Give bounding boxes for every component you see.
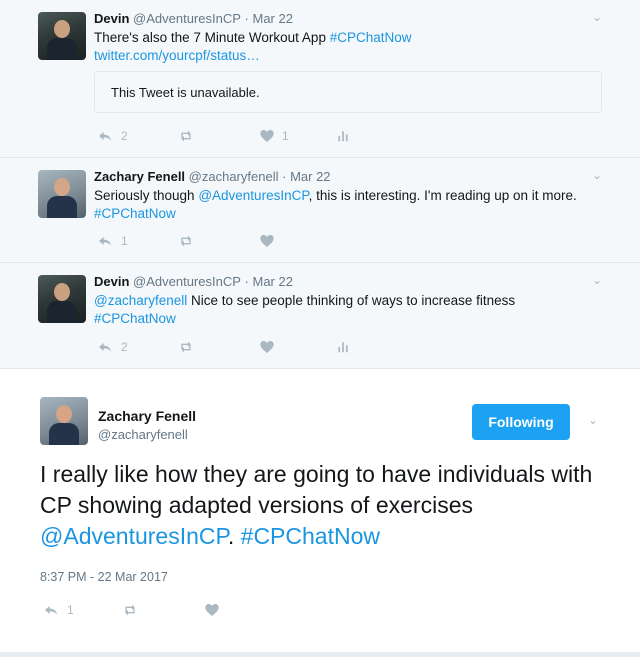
retweet-button[interactable] (176, 233, 196, 249)
quoted-tweet[interactable]: This Tweet is unavailable. (94, 71, 602, 113)
tweet-text-part: Nice to see people thinking of ways to i… (187, 293, 516, 308)
tweet-date[interactable]: Mar 22 (252, 11, 292, 26)
separator: · (244, 274, 249, 289)
reply-button[interactable]: 2 (96, 339, 128, 355)
separator: · (244, 11, 249, 26)
like-button[interactable]: 1 (259, 128, 289, 144)
tweet-text: I really like how they are going to have… (40, 459, 610, 552)
author-handle[interactable]: @zacharyfenell (189, 169, 279, 184)
tweet-actions: 1 (96, 233, 396, 253)
chevron-down-icon[interactable]: ⌄ (588, 413, 598, 427)
author-name[interactable]: Zachary Fenell (98, 408, 196, 424)
tweet-text: There's also the 7 Minute Workout App #C… (94, 29, 614, 65)
avatar[interactable] (38, 170, 86, 218)
tweet-3[interactable]: Devin @AdventuresInCP · Mar 22 ⌄ @zachar… (0, 263, 640, 369)
author-name[interactable]: Devin (94, 274, 129, 289)
tweet-text: Seriously though @AdventuresInCP, this i… (94, 187, 624, 223)
author-handle[interactable]: @zacharyfenell (98, 427, 188, 442)
tweet-text-part: I really like how they are going to have… (40, 461, 593, 518)
heart-icon (259, 339, 275, 355)
tweet-header: Zachary Fenell @zacharyfenell · Mar 22 (94, 169, 331, 184)
reply-icon (96, 339, 114, 355)
retweet-button[interactable] (176, 128, 196, 144)
hashtag-link[interactable]: #CPChatNow (330, 30, 412, 45)
reply-button[interactable]: 1 (96, 233, 128, 249)
reply-count: 1 (67, 603, 74, 617)
chevron-down-icon[interactable]: ⌄ (592, 168, 602, 182)
retweet-button[interactable] (176, 339, 196, 355)
chevron-down-icon[interactable]: ⌄ (592, 273, 602, 287)
analytics-icon (336, 339, 350, 355)
author-handle[interactable]: @AdventuresInCP (133, 11, 241, 26)
analytics-icon (336, 128, 350, 144)
reply-icon (42, 602, 60, 618)
tweet-text-part: , this is interesting. I'm reading up on… (308, 188, 577, 203)
tweet-1[interactable]: Devin @AdventuresInCP · Mar 22 ⌄ There's… (0, 0, 640, 158)
tweet-2[interactable]: Zachary Fenell @zacharyfenell · Mar 22 ⌄… (0, 158, 640, 263)
like-button[interactable] (259, 339, 275, 355)
retweet-icon (176, 339, 196, 355)
retweet-icon (176, 233, 196, 249)
following-button[interactable]: Following (472, 404, 570, 440)
mention-link[interactable]: @zacharyfenell (94, 293, 187, 308)
tweet-actions: 1 (42, 602, 342, 622)
mention-link[interactable]: @AdventuresInCP (40, 523, 228, 549)
hashtag-link[interactable]: #CPChatNow (94, 311, 176, 326)
retweet-icon (176, 128, 196, 144)
reply-icon (96, 128, 114, 144)
tweet-actions: 2 (96, 339, 396, 359)
author-name[interactable]: Devin (94, 11, 129, 26)
tweet-actions: 2 1 (96, 128, 396, 148)
analytics-button[interactable] (336, 128, 350, 144)
like-count: 1 (282, 129, 289, 143)
tweet-text-plain: There's also the 7 Minute Workout App (94, 30, 330, 45)
chevron-down-icon[interactable]: ⌄ (592, 10, 602, 24)
reply-button[interactable]: 1 (42, 602, 74, 618)
quote-unavailable-text: This Tweet is unavailable. (111, 85, 260, 100)
tweet-date[interactable]: Mar 22 (252, 274, 292, 289)
retweet-button[interactable] (120, 602, 140, 618)
heart-icon (259, 233, 275, 249)
like-button[interactable] (204, 602, 220, 618)
reply-icon (96, 233, 114, 249)
reply-button[interactable]: 2 (96, 128, 128, 144)
reply-count: 2 (121, 340, 128, 354)
reply-count: 1 (121, 234, 128, 248)
permalink-tweet: Zachary Fenell @zacharyfenell Following … (0, 369, 640, 652)
analytics-button[interactable] (336, 339, 350, 355)
avatar[interactable] (38, 275, 86, 323)
tweet-timestamp[interactable]: 8:37 PM - 22 Mar 2017 (40, 570, 168, 584)
tweet-text-part: Seriously though (94, 188, 199, 203)
author-name[interactable]: Zachary Fenell (94, 169, 185, 184)
separator: · (282, 169, 287, 184)
retweet-icon (120, 602, 140, 618)
mention-link[interactable]: @AdventuresInCP (198, 188, 308, 203)
like-button[interactable] (259, 233, 275, 249)
tweet-header: Devin @AdventuresInCP · Mar 22 (94, 11, 293, 26)
tweet-text: @zacharyfenell Nice to see people thinki… (94, 292, 624, 328)
hashtag-link[interactable]: #CPChatNow (241, 523, 380, 549)
hashtag-link[interactable]: #CPChatNow (94, 206, 176, 221)
status-link[interactable]: twitter.com/yourcpf/status… (94, 48, 260, 63)
avatar[interactable] (38, 12, 86, 60)
heart-icon (259, 128, 275, 144)
divider (0, 652, 640, 657)
tweet-header: Devin @AdventuresInCP · Mar 22 (94, 274, 293, 289)
author-handle[interactable]: @AdventuresInCP (133, 274, 241, 289)
tweet-text-part: . (227, 523, 241, 549)
tweet-date[interactable]: Mar 22 (290, 169, 330, 184)
reply-count: 2 (121, 129, 128, 143)
heart-icon (204, 602, 220, 618)
avatar[interactable] (40, 397, 88, 445)
